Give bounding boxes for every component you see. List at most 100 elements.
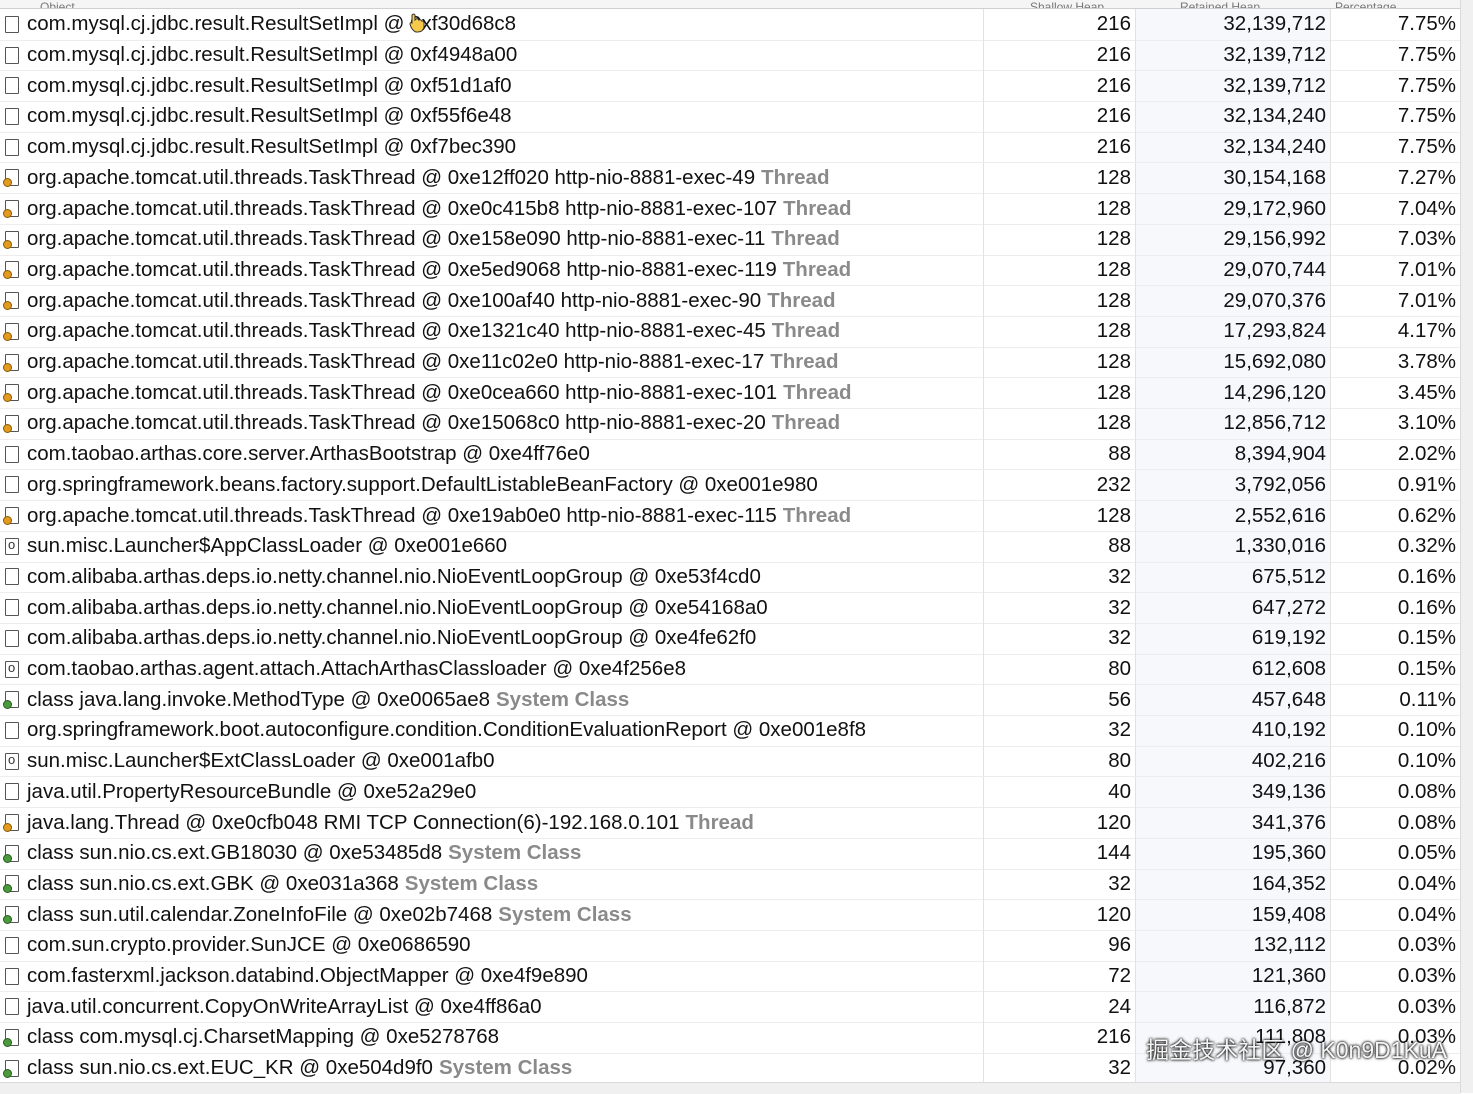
retained-heap-cell: 32,139,712 (1135, 9, 1330, 40)
object-type-suffix: Thread (782, 257, 852, 281)
shallow-heap-cell: 128 (983, 193, 1135, 224)
table-row[interactable]: java.util.PropertyResourceBundle @ 0xe52… (0, 776, 1473, 809)
table-row[interactable]: class sun.util.calendar.ZoneInfoFile @ 0… (0, 899, 1473, 931)
shallow-heap-cell: 32 (983, 715, 1135, 746)
retained-heap-cell: 349,136 (1135, 776, 1330, 808)
table-row[interactable]: com.mysql.cj.jdbc.result.ResultSetImpl @… (0, 131, 1473, 164)
retained-heap-cell: 32,134,240 (1135, 101, 1330, 132)
table-row[interactable]: class sun.nio.cs.ext.GB18030 @ 0xe53485d… (0, 837, 1473, 870)
object-label: org.apache.tomcat.util.threads.TaskThrea… (27, 380, 778, 404)
class-icon (3, 875, 19, 894)
object-cell: org.apache.tomcat.util.threads.TaskThrea… (0, 193, 983, 224)
classloader-icon (5, 660, 19, 678)
table-row[interactable]: java.util.concurrent.CopyOnWriteArrayLis… (0, 991, 1473, 1024)
class-icon (3, 1059, 19, 1078)
table-row[interactable]: java.lang.Thread @ 0xe0cfb048 RMI TCP Co… (0, 807, 1473, 839)
percentage-cell: 7.75% (1330, 131, 1460, 163)
object-label: org.springframework.beans.factory.suppor… (27, 472, 818, 496)
thread-icon (3, 200, 19, 219)
table-row[interactable]: org.apache.tomcat.util.threads.TaskThrea… (0, 193, 1473, 225)
table-row[interactable]: org.apache.tomcat.util.threads.TaskThrea… (0, 346, 1473, 379)
header-retained-heap[interactable]: Retained Heap (1180, 0, 1260, 8)
table-header: Object Shallow Heap Retained Heap Percen… (0, 0, 1473, 9)
object-icon (5, 568, 19, 586)
object-label: class sun.nio.cs.ext.GB18030 @ 0xe53485d… (27, 841, 443, 865)
horizontal-scrollbar[interactable] (0, 1082, 1460, 1094)
shallow-heap-cell: 32 (983, 868, 1135, 900)
shallow-heap-cell: 128 (983, 254, 1135, 286)
object-cell: org.springframework.beans.factory.suppor… (0, 470, 983, 501)
retained-heap-cell: 29,070,744 (1135, 254, 1330, 286)
shallow-heap-cell: 128 (983, 162, 1135, 194)
object-cell: java.util.concurrent.CopyOnWriteArrayLis… (0, 991, 983, 1022)
vertical-scrollbar[interactable] (1460, 0, 1473, 1093)
table-row[interactable]: com.alibaba.arthas.deps.io.netty.channel… (0, 592, 1473, 624)
object-cell: org.apache.tomcat.util.threads.TaskThrea… (0, 347, 983, 378)
table-row[interactable]: sun.misc.Launcher$ExtClassLoader @ 0xe00… (0, 745, 1473, 778)
table-row[interactable]: org.apache.tomcat.util.threads.TaskThrea… (0, 377, 1473, 410)
table-row[interactable]: org.apache.tomcat.util.threads.TaskThrea… (0, 254, 1473, 287)
shallow-heap-cell: 216 (983, 1022, 1135, 1053)
header-object[interactable]: Object (40, 0, 75, 8)
table-row[interactable]: class java.lang.invoke.MethodType @ 0xe0… (0, 684, 1473, 717)
percentage-cell: 0.04% (1330, 868, 1460, 900)
percentage-cell: 7.01% (1330, 254, 1460, 286)
table-row[interactable]: com.alibaba.arthas.deps.io.netty.channel… (0, 561, 1473, 594)
table-row[interactable]: com.taobao.arthas.agent.attach.AttachArt… (0, 653, 1473, 686)
object-cell: org.apache.tomcat.util.threads.TaskThrea… (0, 408, 983, 439)
object-cell: org.apache.tomcat.util.threads.TaskThrea… (0, 377, 983, 408)
object-cell: sun.misc.Launcher$ExtClassLoader @ 0xe00… (0, 746, 983, 777)
table-row[interactable]: org.apache.tomcat.util.threads.TaskThrea… (0, 223, 1473, 256)
table-row[interactable]: org.apache.tomcat.util.threads.TaskThrea… (0, 500, 1473, 532)
shallow-heap-cell: 128 (983, 408, 1135, 439)
object-cell: com.alibaba.arthas.deps.io.netty.channel… (0, 592, 983, 623)
table-row[interactable]: org.springframework.boot.autoconfigure.c… (0, 715, 1473, 747)
object-icon (5, 967, 19, 985)
table-row[interactable]: org.apache.tomcat.util.threads.TaskThrea… (0, 316, 1473, 348)
object-cell: org.apache.tomcat.util.threads.TaskThrea… (0, 285, 983, 316)
table-row[interactable]: com.sun.crypto.provider.SunJCE @ 0xe0686… (0, 930, 1473, 962)
table-row[interactable]: org.apache.tomcat.util.threads.TaskThrea… (0, 285, 1473, 317)
shallow-heap-cell: 80 (983, 745, 1135, 777)
percentage-cell: 0.08% (1330, 776, 1460, 808)
table-row[interactable]: sun.misc.Launcher$AppClassLoader @ 0xe00… (0, 530, 1473, 563)
retained-heap-cell: 14,296,120 (1135, 377, 1330, 409)
header-percentage[interactable]: Percentage (1335, 0, 1396, 8)
object-label: com.alibaba.arthas.deps.io.netty.channel… (27, 626, 757, 650)
object-label: org.apache.tomcat.util.threads.TaskThrea… (27, 196, 778, 220)
object-type-suffix: System Class (448, 841, 582, 865)
object-label: com.taobao.arthas.core.server.ArthasBoot… (27, 442, 590, 466)
retained-heap-cell: 17,293,824 (1135, 316, 1330, 347)
object-icon (5, 46, 19, 64)
object-label: java.lang.Thread @ 0xe0cfb048 RMI TCP Co… (27, 810, 680, 834)
table-row[interactable]: class sun.nio.cs.ext.GBK @ 0xe031a368 Sys… (0, 868, 1473, 901)
percentage-cell: 0.15% (1330, 623, 1460, 654)
shallow-heap-cell: 216 (983, 70, 1135, 102)
shallow-heap-cell: 88 (983, 530, 1135, 562)
table-row[interactable]: com.mysql.cj.jdbc.result.ResultSetImpl @… (0, 70, 1473, 103)
table-row[interactable]: com.mysql.cj.jdbc.result.ResultSetImpl @… (0, 9, 1473, 41)
object-label: class java.lang.invoke.MethodType @ 0xe0… (27, 687, 490, 711)
percentage-cell: 0.03% (1330, 930, 1460, 961)
table-row[interactable]: org.apache.tomcat.util.threads.TaskThrea… (0, 162, 1473, 195)
table-row[interactable]: com.taobao.arthas.core.server.ArthasBoot… (0, 438, 1473, 471)
table-row[interactable]: org.apache.tomcat.util.threads.TaskThrea… (0, 408, 1473, 440)
shallow-heap-cell: 216 (983, 131, 1135, 163)
object-cell: class sun.util.calendar.ZoneInfoFile @ 0… (0, 899, 983, 930)
retained-heap-cell: 32,139,712 (1135, 70, 1330, 102)
shallow-heap-cell: 216 (983, 9, 1135, 40)
object-cell: com.fasterxml.jackson.databind.ObjectMap… (0, 961, 983, 992)
percentage-cell: 0.04% (1330, 899, 1460, 930)
table-row[interactable]: com.fasterxml.jackson.databind.ObjectMap… (0, 960, 1473, 993)
table-row[interactable]: com.mysql.cj.jdbc.result.ResultSetImpl @… (0, 39, 1473, 72)
watermark-text: 掘金技术社区 @ K0n9D1KuA (1146, 1037, 1447, 1063)
header-shallow-heap[interactable]: Shallow Heap (1030, 0, 1104, 8)
percentage-cell: 0.08% (1330, 807, 1460, 838)
table-row[interactable]: org.springframework.beans.factory.suppor… (0, 469, 1473, 502)
table-row[interactable]: com.mysql.cj.jdbc.result.ResultSetImpl @… (0, 101, 1473, 133)
table-row[interactable]: com.alibaba.arthas.deps.io.netty.channel… (0, 623, 1473, 655)
object-cell: org.apache.tomcat.util.threads.TaskThrea… (0, 163, 983, 194)
object-type-suffix: Thread (783, 196, 852, 220)
object-icon (5, 15, 19, 33)
percentage-cell: 7.27% (1330, 162, 1460, 194)
